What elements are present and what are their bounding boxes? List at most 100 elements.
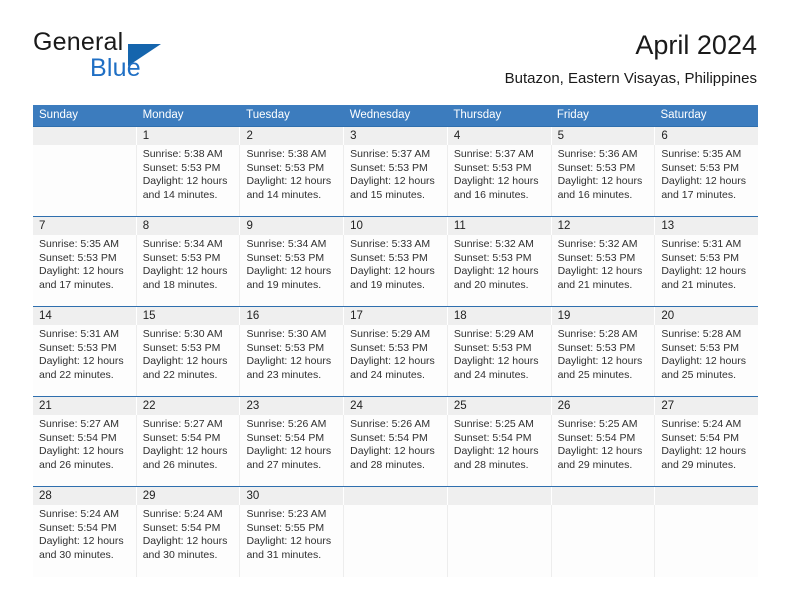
day-cell[interactable] [552,505,656,577]
day-cell[interactable]: Sunrise: 5:34 AM Sunset: 5:53 PM Dayligh… [240,235,345,306]
daylight-text-line1: Daylight: 12 hours [661,445,746,458]
day-cell[interactable]: Sunrise: 5:29 AM Sunset: 5:53 PM Dayligh… [448,325,552,396]
daylight-text-line1: Daylight: 12 hours [557,175,643,188]
day-cell[interactable] [33,145,137,216]
day-number[interactable]: 18 [448,307,552,325]
day-number[interactable]: 5 [552,127,656,145]
day-number[interactable]: 14 [33,307,137,325]
day-number[interactable]: 7 [33,217,137,235]
day-cell[interactable]: Sunrise: 5:25 AM Sunset: 5:54 PM Dayligh… [448,415,552,486]
sunset-text: Sunset: 5:53 PM [350,341,428,354]
day-number[interactable] [655,487,758,505]
day-cell[interactable]: Sunrise: 5:30 AM Sunset: 5:53 PM Dayligh… [137,325,241,396]
day-cell[interactable]: Sunrise: 5:28 AM Sunset: 5:53 PM Dayligh… [552,325,656,396]
day-number[interactable] [448,487,552,505]
day-number[interactable]: 30 [240,487,345,505]
day-cell[interactable]: Sunrise: 5:34 AM Sunset: 5:53 PM Dayligh… [137,235,241,306]
sunset-text: Sunset: 5:54 PM [142,521,221,534]
day-number[interactable]: 12 [552,217,656,235]
day-cell[interactable]: Sunrise: 5:37 AM Sunset: 5:53 PM Dayligh… [344,145,448,216]
page-title: April 2024 [635,30,757,60]
day-cell[interactable]: Sunrise: 5:26 AM Sunset: 5:54 PM Dayligh… [240,415,345,486]
daylight-text-line1: Daylight: 12 hours [142,265,228,278]
day-number[interactable]: 4 [448,127,552,145]
day-cell[interactable]: Sunrise: 5:32 AM Sunset: 5:53 PM Dayligh… [552,235,656,306]
day-number[interactable]: 28 [33,487,137,505]
day-cell[interactable]: Sunrise: 5:38 AM Sunset: 5:53 PM Dayligh… [240,145,345,216]
day-cell[interactable]: Sunrise: 5:24 AM Sunset: 5:54 PM Dayligh… [655,415,758,486]
day-number[interactable] [552,487,656,505]
day-number[interactable]: 8 [137,217,241,235]
day-cell[interactable]: Sunrise: 5:31 AM Sunset: 5:53 PM Dayligh… [33,325,137,396]
day-cell[interactable]: Sunrise: 5:28 AM Sunset: 5:53 PM Dayligh… [655,325,758,396]
day-number[interactable]: 26 [552,397,656,415]
day-number[interactable]: 17 [344,307,448,325]
daylight-text-line2: and 22 minutes. [142,368,218,381]
day-cell[interactable]: Sunrise: 5:25 AM Sunset: 5:54 PM Dayligh… [552,415,656,486]
sunrise-text: Sunrise: 5:30 AM [246,328,327,340]
sunset-text: Sunset: 5:53 PM [39,251,117,264]
day-cell[interactable]: Sunrise: 5:31 AM Sunset: 5:53 PM Dayligh… [655,235,758,306]
day-cell[interactable]: Sunrise: 5:26 AM Sunset: 5:54 PM Dayligh… [344,415,448,486]
general-blue-logo[interactable]: General Blue [33,28,263,92]
daylight-text-line2: and 30 minutes. [142,548,218,561]
day-number[interactable]: 10 [344,217,448,235]
day-number[interactable]: 16 [240,307,345,325]
sunset-text: Sunset: 5:53 PM [246,161,325,174]
day-cell[interactable]: Sunrise: 5:29 AM Sunset: 5:53 PM Dayligh… [344,325,448,396]
day-cell[interactable]: Sunrise: 5:27 AM Sunset: 5:54 PM Dayligh… [137,415,241,486]
sunrise-text: Sunrise: 5:28 AM [557,328,638,340]
day-number[interactable] [33,127,137,145]
day-number[interactable]: 1 [137,127,241,145]
calendar-week-row: 14 15 16 17 18 19 20 Sunrise: 5:31 AM Su… [33,306,758,396]
day-number[interactable]: 19 [552,307,656,325]
daylight-text-line1: Daylight: 12 hours [142,535,228,548]
day-number[interactable]: 2 [240,127,345,145]
day-number[interactable] [344,487,448,505]
calendar-week-row: 1 2 3 4 5 6 Sunrise: 5:38 AM Sunset: 5:5… [33,126,758,216]
day-number[interactable]: 25 [448,397,552,415]
daylight-text-line2: and 30 minutes. [39,548,114,561]
day-cell[interactable]: Sunrise: 5:27 AM Sunset: 5:54 PM Dayligh… [33,415,137,486]
day-number[interactable]: 3 [344,127,448,145]
day-cell[interactable]: Sunrise: 5:30 AM Sunset: 5:53 PM Dayligh… [240,325,345,396]
daylight-text-line2: and 17 minutes. [39,278,114,291]
daylight-text-line1: Daylight: 12 hours [39,535,124,548]
day-number[interactable]: 9 [240,217,345,235]
day-cell[interactable] [344,505,448,577]
day-cell[interactable] [448,505,552,577]
day-number[interactable]: 15 [137,307,241,325]
sunset-text: Sunset: 5:53 PM [350,251,428,264]
daylight-text-line1: Daylight: 12 hours [246,175,332,188]
day-cell[interactable]: Sunrise: 5:37 AM Sunset: 5:53 PM Dayligh… [448,145,552,216]
day-cell[interactable]: Sunrise: 5:36 AM Sunset: 5:53 PM Dayligh… [552,145,656,216]
day-cell[interactable]: Sunrise: 5:35 AM Sunset: 5:53 PM Dayligh… [655,145,758,216]
daylight-text-line1: Daylight: 12 hours [142,355,228,368]
sunset-text: Sunset: 5:54 PM [557,431,636,444]
day-number-row: 7 8 9 10 11 12 13 [33,217,758,235]
sunrise-text: Sunrise: 5:32 AM [557,238,638,250]
day-number[interactable]: 6 [655,127,758,145]
day-number[interactable]: 29 [137,487,241,505]
day-number[interactable]: 13 [655,217,758,235]
day-cell[interactable]: Sunrise: 5:33 AM Sunset: 5:53 PM Dayligh… [344,235,448,306]
daylight-text-line1: Daylight: 12 hours [350,175,435,188]
day-number[interactable]: 20 [655,307,758,325]
day-number[interactable]: 24 [344,397,448,415]
day-cell[interactable]: Sunrise: 5:24 AM Sunset: 5:54 PM Dayligh… [33,505,137,577]
day-number[interactable]: 22 [137,397,241,415]
sunset-text: Sunset: 5:54 PM [39,521,117,534]
day-number[interactable]: 11 [448,217,552,235]
day-cell[interactable]: Sunrise: 5:24 AM Sunset: 5:54 PM Dayligh… [137,505,241,577]
day-cell[interactable]: Sunrise: 5:35 AM Sunset: 5:53 PM Dayligh… [33,235,137,306]
daylight-text-line2: and 24 minutes. [350,368,425,381]
day-number[interactable]: 23 [240,397,345,415]
day-cell[interactable]: Sunrise: 5:38 AM Sunset: 5:53 PM Dayligh… [137,145,241,216]
daylight-text-line2: and 19 minutes. [350,278,425,291]
day-cell[interactable] [655,505,758,577]
day-number[interactable]: 21 [33,397,137,415]
day-cell[interactable]: Sunrise: 5:32 AM Sunset: 5:53 PM Dayligh… [448,235,552,306]
day-cell[interactable]: Sunrise: 5:23 AM Sunset: 5:55 PM Dayligh… [240,505,345,577]
daylight-text-line1: Daylight: 12 hours [350,355,435,368]
day-number[interactable]: 27 [655,397,758,415]
